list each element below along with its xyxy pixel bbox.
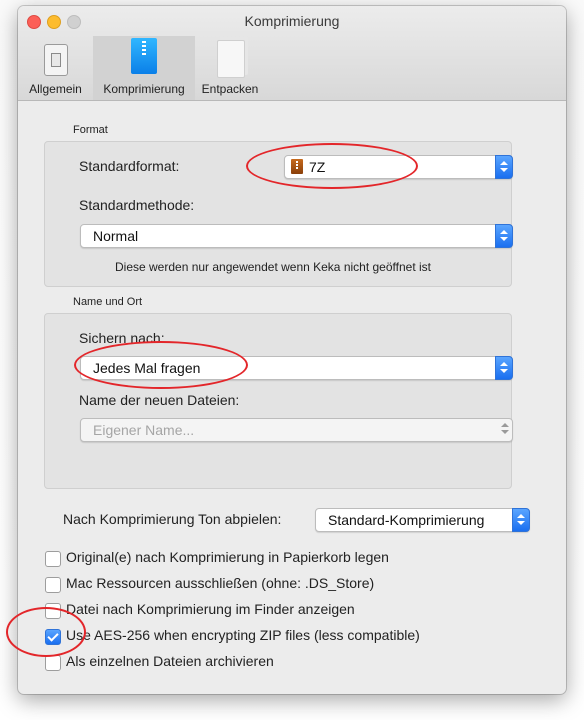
option-label: Als einzelnen Dateien archivieren [66, 653, 274, 669]
standard-method-value: Normal [93, 228, 139, 244]
tab-label: Entpacken [201, 82, 259, 96]
sound-popup[interactable]: Standard-Komprimierung [315, 508, 530, 532]
chevron-updown-icon [512, 508, 530, 532]
standard-method-label: Standardmethode: [79, 197, 195, 213]
save-to-label: Sichern nach: [79, 330, 165, 346]
tab-komprimierung[interactable]: Komprimierung [93, 36, 195, 100]
title-bar: Komprimierung Allgemein Komprimierung En… [18, 6, 566, 101]
chevron-updown-icon [495, 224, 513, 248]
standard-format-value: 7Z [309, 159, 326, 175]
checkbox[interactable] [45, 577, 61, 593]
chevron-updown-icon [497, 418, 513, 440]
standard-format-label: Standardformat: [79, 158, 180, 174]
standard-method-popup[interactable]: Normal [80, 224, 513, 248]
new-files-name-popup[interactable]: Eigener Name... [80, 418, 513, 442]
format-group-title: Format [73, 124, 108, 136]
new-files-name-label: Name der neuen Dateien: [79, 392, 240, 408]
tab-label: Allgemein [29, 82, 82, 96]
location-group-title: Name und Ort [73, 296, 143, 308]
sound-value: Standard-Komprimierung [328, 512, 485, 528]
checkbox[interactable] [45, 655, 61, 671]
new-files-name-value: Eigener Name... [93, 422, 195, 438]
checkbox[interactable] [45, 551, 61, 567]
option-label: Datei nach Komprimierung im Finder anzei… [66, 601, 355, 617]
option-label: Original(e) nach Komprimierung in Papier… [66, 549, 389, 565]
tab-allgemein[interactable]: Allgemein [18, 36, 93, 100]
option-label: Mac Ressourcen ausschließen (ohne: .DS_S… [66, 575, 375, 591]
sound-label: Nach Komprimierung Ton abpielen: [63, 511, 282, 527]
chevron-updown-icon [495, 356, 513, 380]
checkbox[interactable] [45, 603, 61, 619]
standard-format-popup[interactable]: 7Z [284, 155, 513, 179]
save-to-popup[interactable]: Jedes Mal fragen [80, 356, 513, 380]
switch-icon [44, 44, 68, 76]
chevron-updown-icon [495, 155, 513, 179]
archive-file-icon [291, 159, 303, 174]
tab-entpacken[interactable]: Entpacken [195, 36, 265, 100]
option-label: Use AES-256 when encrypting ZIP files (l… [66, 627, 420, 643]
format-note: Diese werden nur angewendet wenn Keka ni… [115, 260, 431, 274]
unzip-documents-icon [217, 40, 245, 78]
zip-archive-icon [131, 38, 157, 74]
checkbox-checked[interactable] [45, 629, 61, 645]
tab-label: Komprimierung [103, 82, 185, 96]
save-to-value: Jedes Mal fragen [93, 360, 201, 376]
window-title: Komprimierung [244, 13, 340, 29]
